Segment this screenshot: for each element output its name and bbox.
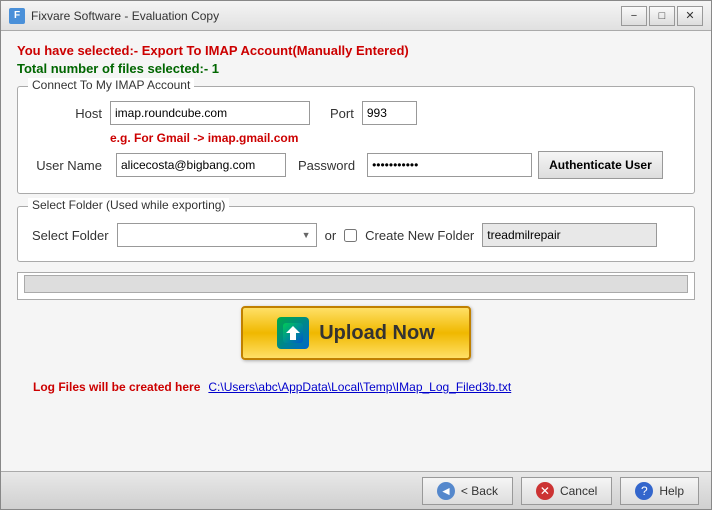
minimize-button[interactable]: − bbox=[621, 6, 647, 26]
port-label: Port bbox=[330, 106, 354, 121]
help-icon: ? bbox=[635, 482, 653, 500]
folder-select[interactable] bbox=[117, 223, 317, 247]
host-label: Host bbox=[32, 106, 102, 121]
folder-select-wrapper bbox=[117, 223, 317, 247]
host-input[interactable] bbox=[110, 101, 310, 125]
upload-section: Upload Now bbox=[17, 306, 695, 360]
log-label: Log Files will be created here bbox=[33, 380, 200, 394]
authenticate-user-button[interactable]: Authenticate User bbox=[538, 151, 663, 179]
or-text: or bbox=[325, 228, 337, 243]
progress-area bbox=[17, 272, 695, 300]
window-controls: − □ ✕ bbox=[621, 6, 703, 26]
bottom-bar: ◄ < Back ✕ Cancel ? Help bbox=[1, 471, 711, 509]
password-input[interactable] bbox=[367, 153, 532, 177]
username-label: User Name bbox=[32, 158, 102, 173]
progress-bar-outer bbox=[24, 275, 688, 293]
total-files-text: Total number of files selected:- 1 bbox=[17, 61, 695, 76]
back-label: < Back bbox=[461, 484, 498, 498]
upload-now-label: Upload Now bbox=[319, 322, 435, 345]
help-button[interactable]: ? Help bbox=[620, 477, 699, 505]
host-port-row: Host Port bbox=[32, 101, 680, 125]
imap-group-box: Connect To My IMAP Account Host Port e.g… bbox=[17, 86, 695, 194]
upload-now-button[interactable]: Upload Now bbox=[241, 306, 471, 360]
selected-export-text: You have selected:- Export To IMAP Accou… bbox=[17, 43, 695, 58]
username-input[interactable] bbox=[116, 153, 286, 177]
folder-name-input[interactable] bbox=[482, 223, 657, 247]
back-icon: ◄ bbox=[437, 482, 455, 500]
gmail-hint: e.g. For Gmail -> imap.gmail.com bbox=[110, 131, 680, 145]
log-path[interactable]: C:\Users\abc\AppData\Local\Temp\IMap_Log… bbox=[208, 380, 511, 394]
port-input[interactable] bbox=[362, 101, 417, 125]
select-folder-label: Select Folder bbox=[32, 228, 109, 243]
window-title: Fixvare Software - Evaluation Copy bbox=[31, 9, 621, 23]
cancel-icon: ✕ bbox=[536, 482, 554, 500]
app-icon: F bbox=[9, 8, 25, 24]
user-pass-row: User Name Password Authenticate User bbox=[32, 151, 680, 179]
create-folder-label[interactable]: Create New Folder bbox=[365, 228, 474, 243]
password-label: Password bbox=[298, 158, 355, 173]
imap-section: Host Port e.g. For Gmail -> imap.gmail.c… bbox=[32, 101, 680, 179]
cancel-button[interactable]: ✕ Cancel bbox=[521, 477, 612, 505]
imap-group-title: Connect To My IMAP Account bbox=[28, 78, 194, 92]
help-label: Help bbox=[659, 484, 684, 498]
create-folder-checkbox[interactable] bbox=[344, 229, 357, 242]
cancel-label: Cancel bbox=[560, 484, 597, 498]
selection-info: You have selected:- Export To IMAP Accou… bbox=[17, 43, 695, 76]
folder-group-title: Select Folder (Used while exporting) bbox=[28, 198, 229, 212]
title-bar: F Fixvare Software - Evaluation Copy − □… bbox=[1, 1, 711, 31]
window: F Fixvare Software - Evaluation Copy − □… bbox=[0, 0, 712, 510]
upload-icon bbox=[277, 317, 309, 349]
main-content: You have selected:- Export To IMAP Accou… bbox=[1, 31, 711, 412]
close-button[interactable]: ✕ bbox=[677, 6, 703, 26]
back-button[interactable]: ◄ < Back bbox=[422, 477, 513, 505]
folder-group-box: Select Folder (Used while exporting) Sel… bbox=[17, 206, 695, 262]
maximize-button[interactable]: □ bbox=[649, 6, 675, 26]
folder-row: Select Folder or Create New Folder bbox=[32, 223, 680, 247]
log-section: Log Files will be created here C:\Users\… bbox=[17, 374, 695, 400]
